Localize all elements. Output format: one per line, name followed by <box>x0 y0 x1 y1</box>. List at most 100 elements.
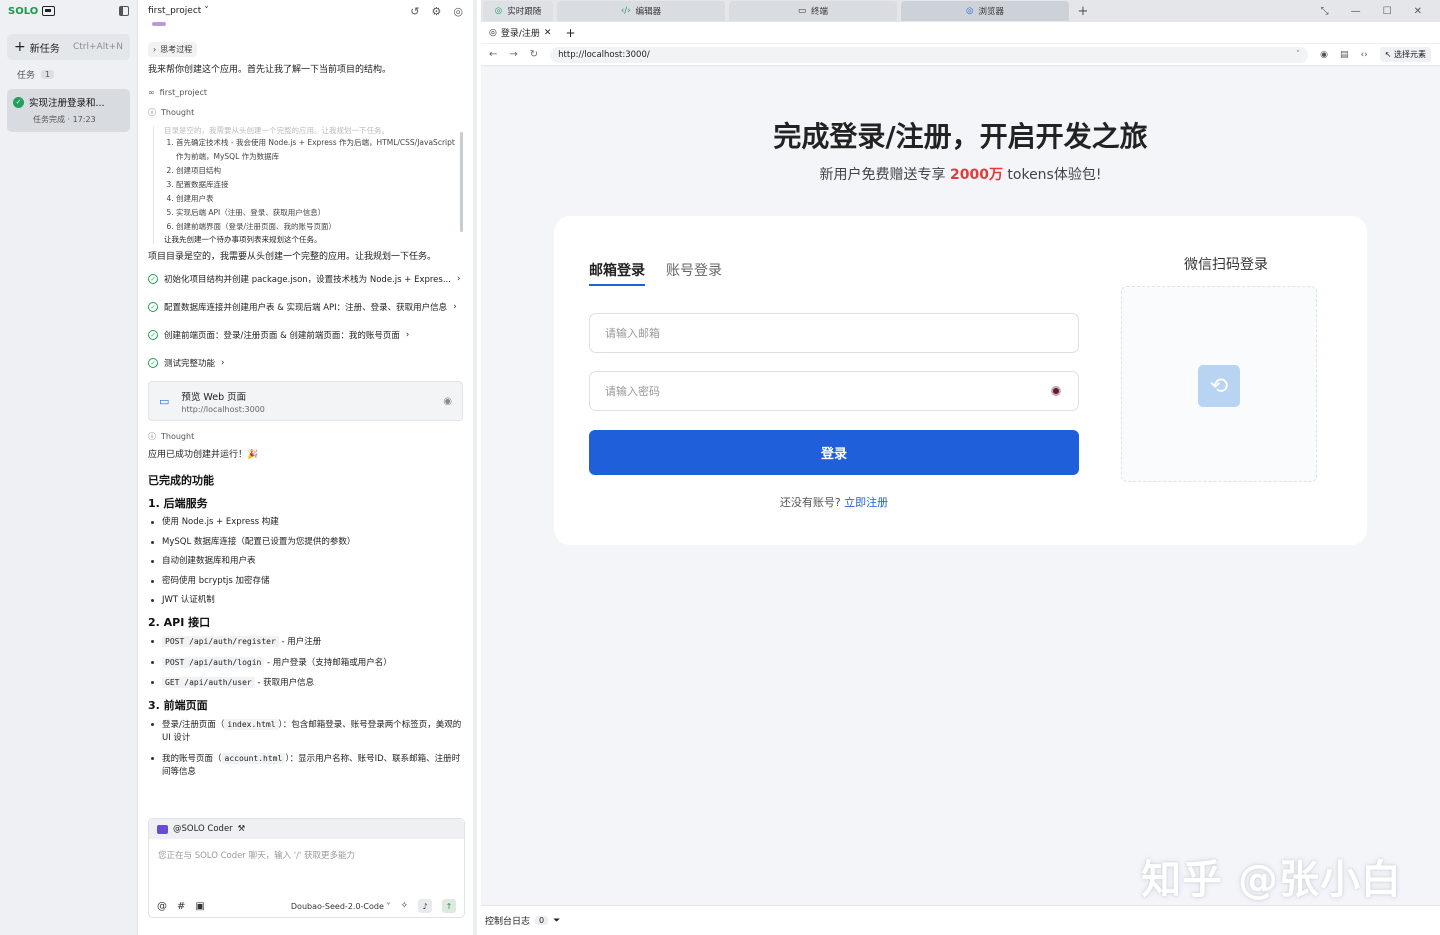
todo-step[interactable]: ✓ 配置数据库连接并创建用户表 & 实现后端 API：注册、登录、获取用户信息 › <box>148 293 463 321</box>
tab-terminal[interactable]: ▭ 终端 <box>729 1 897 21</box>
todo-step[interactable]: ✓ 测试完整功能 › <box>148 349 463 377</box>
show-password-icon[interactable] <box>1051 386 1061 396</box>
send-button[interactable]: ↑ <box>442 899 456 913</box>
maximize-icon[interactable]: ☐ <box>1383 6 1392 17</box>
thought-item: 首先确定技术栈 - 我会使用 Node.js + Express 作为后端，HT… <box>176 136 463 164</box>
refresh-icon[interactable]: ⟲ <box>1198 365 1240 407</box>
thought-item: 创建用户表 <box>176 192 463 206</box>
chat-input[interactable]: 您正在与 SOLO Coder 聊天，输入 '/' 获取更多能力 <box>149 839 464 871</box>
step-label: 配置数据库连接并创建用户表 & 实现后端 API：注册、登录、获取用户信息 <box>164 303 448 313</box>
new-browser-tab-button[interactable]: + <box>565 26 575 40</box>
list-item: 密码使用 bcryptjs 加密存储 <box>148 575 463 588</box>
chevron-right-icon: › <box>153 45 157 54</box>
task-item[interactable]: ✓ 实现注册登录和... 任务完成 · 17:23 <box>7 89 130 132</box>
thought-scrollbar[interactable] <box>460 132 463 232</box>
subtitle-highlight: 2000万 <box>949 167 1003 183</box>
collapse-sidebar-icon[interactable] <box>119 6 129 16</box>
thought-item: 创建前端界面（登录/注册页面、我的账号页面） <box>176 220 463 234</box>
chat-header: first_project ˅ ↺ ⚙ ◎ <box>138 0 473 22</box>
history-icon[interactable]: ↺ <box>410 5 419 18</box>
device-icon[interactable]: ▤ <box>1340 50 1349 60</box>
composer-toolbar: @ # ▣ Doubao-Seed-2.0-Code ˅ ✧ ♪ ↑ <box>149 899 464 913</box>
console-bar[interactable]: 控制台日志 0 ⏷ <box>481 905 1440 935</box>
list-item: 使用 Node.js + Express 构建 <box>148 516 463 529</box>
tab-live-follow[interactable]: ◎ 实时跟随 <box>483 1 553 21</box>
thought-label: Thought <box>161 432 195 441</box>
chat-messages[interactable]: › 思考过程 我来帮你创建这个应用。首先让我了解一下当前项目的结构。 ∞ first… <box>138 22 473 817</box>
thought-content[interactable]: 目录是空的，我需要从头创建一个完整的应用。让我规划一下任务。 首先确定技术栈 -… <box>153 126 463 244</box>
image-icon[interactable]: ▣ <box>195 901 204 912</box>
shrink-icon[interactable]: ⤡ <box>1321 6 1329 17</box>
microphone-icon[interactable]: ♪ <box>418 899 432 913</box>
mention-icon[interactable]: @ <box>157 901 167 912</box>
chevron-right-icon: › <box>456 274 461 284</box>
register-link[interactable]: 立即注册 <box>844 496 888 509</box>
api-desc: - 用户登录（支持邮箱或用户名） <box>264 657 392 668</box>
thinking-toggle[interactable]: › 思考过程 <box>148 42 198 57</box>
chevron-right-icon: › <box>221 358 225 368</box>
preview-web-card[interactable]: ▭ 预览 Web 页面 http://localhost:3000 ◉ <box>148 381 463 421</box>
thought-header[interactable]: ⓘ Thought <box>148 107 463 118</box>
assistant-message: 我来帮你创建这个应用。首先让我了解一下当前项目的结构。 <box>148 65 392 75</box>
tools-icon: ⚒ <box>237 824 246 834</box>
link-icon: ∞ <box>148 88 155 97</box>
todo-step[interactable]: ✓ 初始化项目结构并创建 package.json，设置技术栈为 Node.js … <box>148 265 463 293</box>
api-list: POST /api/auth/register - 用户注册 POST /api… <box>148 635 463 690</box>
close-icon[interactable]: ✕ <box>1414 6 1422 17</box>
sparkle-icon[interactable]: ✧ <box>400 901 408 911</box>
tool-tabs: ◎ 实时跟随 ‹/› 编辑器 ▭ 终端 ◎ 浏览器 + ⤡ — ☐ ✕ <box>481 0 1440 22</box>
settings-icon[interactable]: ⚙ <box>432 5 442 18</box>
item-text: 我的账号页面（ <box>162 753 222 764</box>
tab-account-login[interactable]: 账号登录 <box>666 260 722 280</box>
thought-item: 配置数据库连接 <box>176 178 463 192</box>
model-selector[interactable]: Doubao-Seed-2.0-Code ˅ <box>291 902 391 911</box>
subtitle-text: tokens体验包! <box>1002 167 1102 183</box>
step-label: 创建前端页面：登录/注册页面 & 创建前端页面：我的账号页面 <box>164 331 400 341</box>
password-placeholder: 请输入密码 <box>605 385 660 398</box>
password-field[interactable]: 请输入密码 <box>589 371 1079 411</box>
login-button[interactable]: 登录 <box>589 430 1079 475</box>
list-item: GET /api/auth/user - 获取用户信息 <box>148 676 463 690</box>
info-icon: ⓘ <box>148 108 156 117</box>
section-heading: 1. 后端服务 <box>148 497 208 510</box>
select-element-button[interactable]: ↖ 选择元素 <box>1379 47 1431 62</box>
camera-icon[interactable]: ◉ <box>1320 50 1328 60</box>
email-field[interactable]: 请输入邮箱 <box>589 313 1079 353</box>
minimize-icon[interactable]: — <box>1351 6 1361 17</box>
section-heading: 3. 前端页面 <box>148 699 208 712</box>
filter-icon[interactable]: ⏷ <box>553 916 560 926</box>
todo-step[interactable]: ✓ 创建前端页面：登录/注册页面 & 创建前端页面：我的账号页面 › <box>148 321 463 349</box>
account-icon[interactable]: ◎ <box>453 5 463 18</box>
forward-icon[interactable]: → <box>509 49 517 60</box>
project-selector[interactable]: first_project ˅ <box>148 6 209 16</box>
wechat-qr-area[interactable]: ⟲ <box>1121 286 1317 482</box>
composer-agent[interactable]: @SOLO Coder ⚒ <box>149 819 464 839</box>
close-tab-icon[interactable]: ✕ <box>544 28 552 38</box>
reload-icon[interactable]: ↻ <box>530 49 538 60</box>
new-task-button[interactable]: + 新任务 Ctrl+Alt+N <box>7 34 130 60</box>
browser-tab-login[interactable]: ◎ 登录/注册 ✕ <box>489 26 552 40</box>
check-circle-icon: ✓ <box>148 302 158 312</box>
tab-email-login[interactable]: 邮箱登录 <box>589 260 645 286</box>
thought-tail: 让我先创建一个待办事项列表来规划这个任务。 <box>164 235 322 244</box>
hash-icon[interactable]: # <box>177 901 185 912</box>
console-label: 控制台日志 <box>485 917 531 927</box>
chat-composer[interactable]: @SOLO Coder ⚒ 您正在与 SOLO Coder 聊天，输入 '/' … <box>148 818 465 918</box>
chevron-right-icon: › <box>453 302 457 312</box>
add-tab-button[interactable]: + <box>1073 4 1093 19</box>
terminal-icon: ▭ <box>797 6 806 16</box>
thought-header-2[interactable]: ⓘ Thought <box>148 431 463 442</box>
devtools-icon[interactable]: ‹› <box>1361 50 1368 60</box>
url-input[interactable]: http://localhost:3000/ ˅ <box>550 46 1309 63</box>
tab-browser[interactable]: ◎ 浏览器 <box>901 1 1069 21</box>
select-element-label: 选择元素 <box>1394 50 1426 59</box>
url-text: http://localhost:3000/ <box>558 49 650 60</box>
globe-icon: ◎ <box>489 27 497 38</box>
thought-fade-text: 目录是空的，我需要从头创建一个完整的应用。让我规划一下任务。 <box>164 126 389 135</box>
tab-editor[interactable]: ‹/› 编辑器 <box>557 1 725 21</box>
eye-icon[interactable]: ◉ <box>443 396 452 407</box>
back-icon[interactable]: ← <box>489 49 497 60</box>
chevron-down-icon[interactable]: ˅ <box>1296 50 1300 60</box>
project-reference[interactable]: ∞ first_project <box>148 88 463 97</box>
list-item: 登录/注册页面（ index.html ）：包含邮箱登录、账号登录两个标签页，美观的… <box>148 718 463 745</box>
